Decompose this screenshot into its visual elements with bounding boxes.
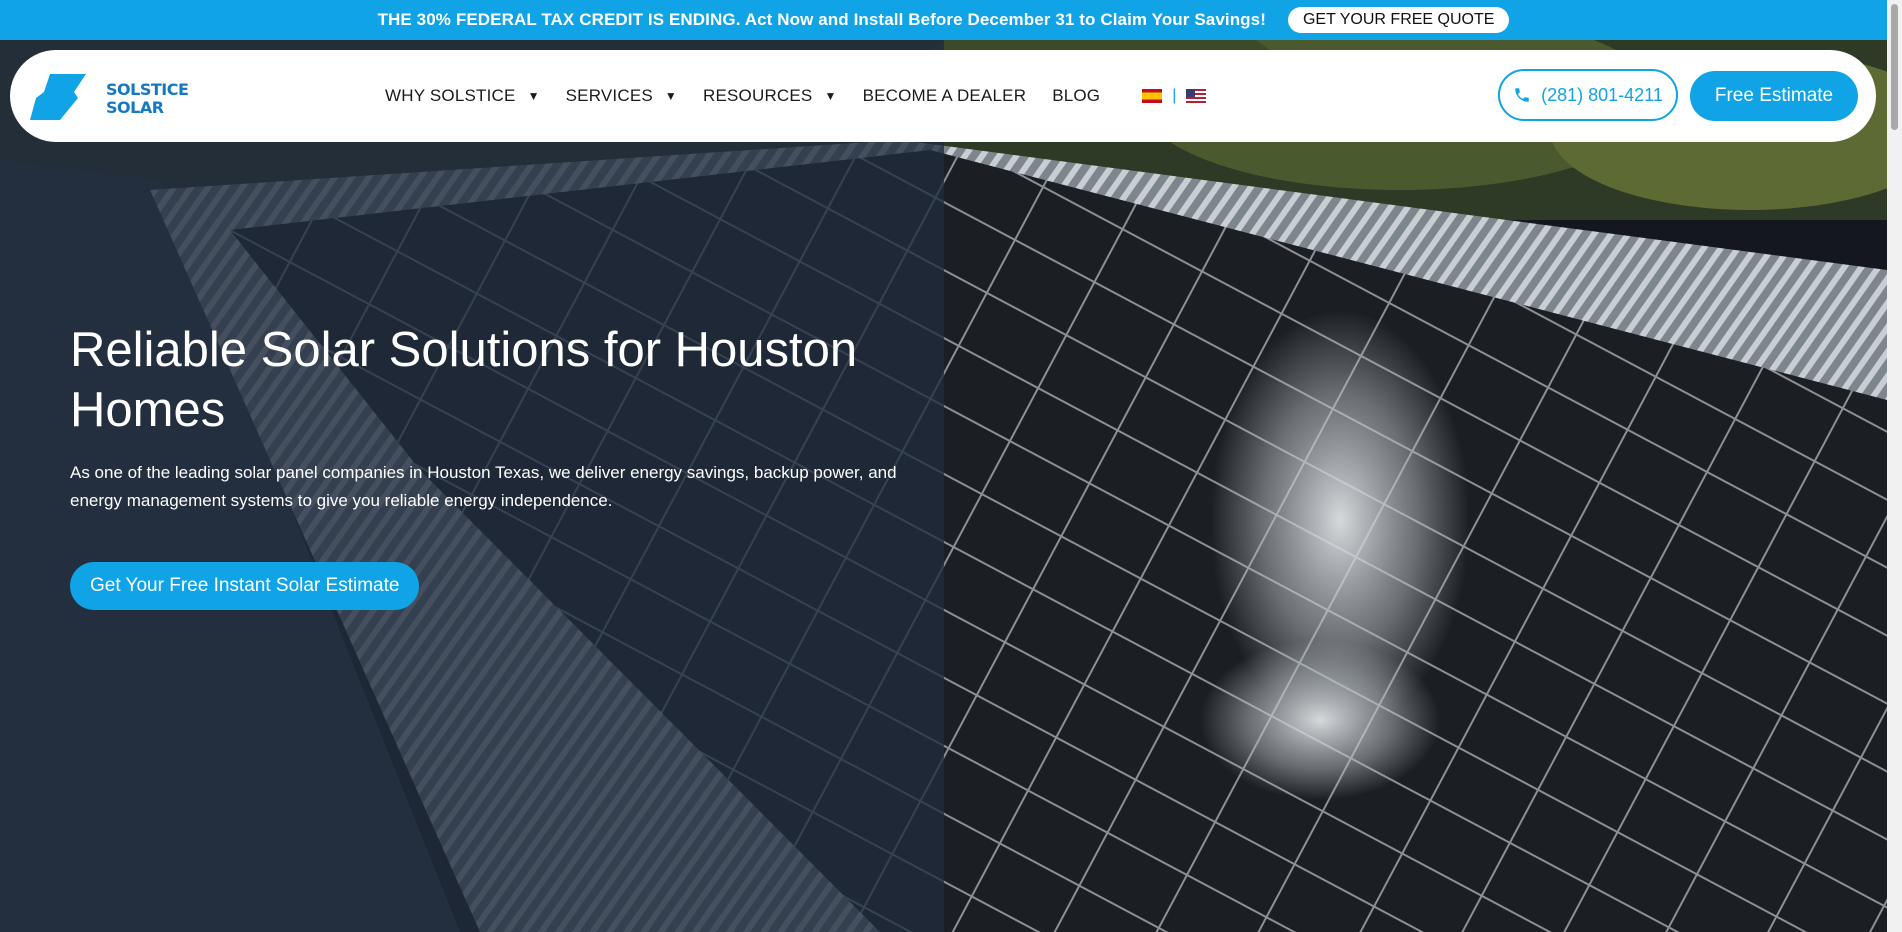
hero-title: Reliable Solar Solutions for Houston Hom…: [70, 323, 858, 437]
language-switcher: |: [1142, 87, 1207, 105]
nav-label: BECOME A DEALER: [862, 86, 1027, 105]
caret-down-icon: ▼: [824, 89, 837, 103]
free-instant-estimate-button[interactable]: Get Your Free Instant Solar Estimate: [70, 562, 420, 610]
page-scrollbar[interactable]: [1887, 0, 1902, 932]
nav-item-why-solstice[interactable]: WHY SOLSTICE ▼: [385, 86, 540, 106]
language-separator: |: [1172, 87, 1177, 104]
promo-banner: THE 30% FEDERAL TAX CREDIT IS ENDING. Ac…: [0, 0, 1887, 40]
caret-down-icon: ▼: [664, 89, 677, 103]
phone-icon: [1513, 86, 1531, 104]
promo-text: THE 30% FEDERAL TAX CREDIT IS ENDING. Ac…: [377, 10, 1266, 29]
nav-item-blog[interactable]: BLOG: [1052, 86, 1100, 106]
scrollbar-thumb[interactable]: [1891, 4, 1898, 130]
caret-down-icon: ▼: [527, 89, 540, 103]
lightning-bolt-logo-icon: [30, 74, 86, 120]
nav-label: RESOURCES: [702, 86, 813, 105]
nav-label: BLOG: [1052, 86, 1101, 105]
spanish-flag-icon[interactable]: [1142, 89, 1163, 103]
logo-line-1: SOLSTICE: [106, 80, 189, 99]
hero-description: As one of the leading solar panel compan…: [70, 463, 897, 510]
nav-item-become-a-dealer[interactable]: BECOME A DEALER: [863, 86, 1027, 106]
get-free-quote-button[interactable]: GET YOUR FREE QUOTE: [1287, 7, 1510, 33]
logo-line-2: SOLAR: [106, 98, 164, 117]
site-header: SOLSTICE SOLAR WHY SOLSTICE ▼ SERVICES ▼…: [10, 50, 1876, 142]
main-nav: WHY SOLSTICE ▼ SERVICES ▼ RESOURCES ▼ BE…: [385, 50, 1207, 142]
free-estimate-button[interactable]: Free Estimate: [1690, 71, 1858, 121]
phone-number: (281) 801-4211: [1541, 84, 1663, 105]
phone-button[interactable]: (281) 801-4211: [1498, 69, 1678, 121]
nav-item-resources[interactable]: RESOURCES ▼: [703, 86, 837, 106]
solstice-solar-logo[interactable]: SOLSTICE SOLAR: [30, 68, 189, 124]
nav-item-services[interactable]: SERVICES ▼: [566, 86, 677, 106]
nav-label: SERVICES: [565, 86, 653, 105]
us-flag-icon[interactable]: [1186, 89, 1207, 103]
logo-wordmark: SOLSTICE SOLAR: [106, 80, 189, 117]
nav-label: WHY SOLSTICE: [385, 86, 516, 105]
